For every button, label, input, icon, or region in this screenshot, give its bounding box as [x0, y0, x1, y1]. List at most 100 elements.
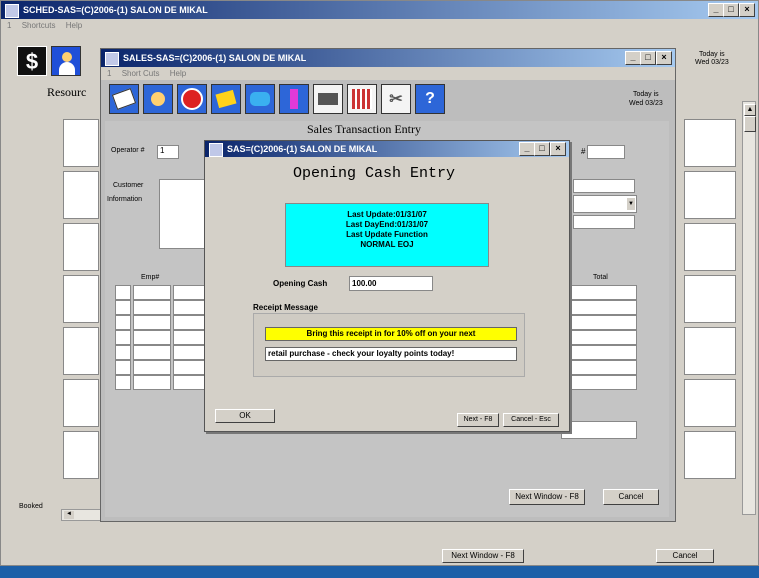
opening-cash-input[interactable]: 100.00 [349, 276, 433, 291]
sales-next-window-button[interactable]: Next Window - F8 [509, 489, 585, 505]
sales-menu-bar: 1 Short Cuts Help [101, 67, 675, 80]
help-icon[interactable]: ? [415, 84, 445, 114]
schedule-cell[interactable] [684, 275, 736, 323]
sales-maximize-button[interactable]: □ [640, 51, 656, 65]
total-cell[interactable] [571, 285, 637, 300]
total-cell[interactable] [571, 330, 637, 345]
grand-total-field[interactable] [561, 421, 637, 439]
customer-field[interactable] [573, 215, 635, 229]
sticky-note-icon[interactable] [211, 84, 241, 114]
calendar-grid-icon[interactable] [347, 84, 377, 114]
table-row[interactable] [173, 330, 207, 345]
receipt-line-1: Bring this receipt in for 10% off on you… [306, 329, 476, 338]
next-button[interactable]: Next - F8 [457, 413, 499, 427]
table-row[interactable] [173, 360, 207, 375]
schedule-cell[interactable] [684, 431, 736, 479]
opening-cash-value: 100.00 [352, 279, 377, 288]
sales-menu-shortcuts[interactable]: Short Cuts [122, 69, 160, 78]
table-row[interactable] [115, 315, 131, 330]
table-row[interactable] [115, 360, 131, 375]
sales-title: SALES-SAS=(C)2006-(1) SALON DE MIKAL [123, 53, 307, 63]
schedule-vertical-scrollbar[interactable]: ▲ [742, 101, 756, 515]
customer-dropdown[interactable] [573, 179, 635, 193]
person-icon[interactable] [51, 46, 81, 76]
dialog-minimize-button[interactable]: _ [519, 142, 535, 156]
schedule-cell[interactable] [63, 223, 99, 271]
schedule-cell[interactable] [684, 171, 736, 219]
col-total-header: Total [593, 274, 608, 281]
customer-info-box[interactable] [159, 179, 209, 249]
table-row[interactable] [133, 300, 171, 315]
menu-help[interactable]: Help [66, 21, 82, 30]
receipt-line-2-input[interactable]: retail purchase - check your loyalty poi… [265, 347, 517, 361]
schedule-next-window-button[interactable]: Next Window - F8 [442, 549, 524, 563]
schedule-cell[interactable] [63, 275, 99, 323]
sales-title-bar: SALES-SAS=(C)2006-(1) SALON DE MIKAL _ □… [101, 49, 675, 67]
schedule-cancel-button[interactable]: Cancel [656, 549, 714, 563]
shirts-icon[interactable] [245, 84, 275, 114]
dollar-icon[interactable]: $ [17, 46, 47, 76]
menu-shortcuts[interactable]: Shortcuts [22, 21, 56, 30]
schedule-cell[interactable] [684, 119, 736, 167]
menu-item-1[interactable]: 1 [7, 21, 11, 30]
receipt-line-1-input[interactable]: Bring this receipt in for 10% off on you… [265, 327, 517, 341]
operator-input[interactable]: 1 [157, 145, 179, 159]
schedule-cell[interactable] [63, 171, 99, 219]
chevron-down-icon[interactable]: ▼ [627, 198, 635, 210]
scissors-icon[interactable]: ✂ [381, 84, 411, 114]
table-row[interactable] [133, 285, 171, 300]
nail-polish-icon[interactable] [279, 84, 309, 114]
table-row[interactable] [133, 330, 171, 345]
sales-close-button[interactable]: × [656, 51, 672, 65]
schedule-cell[interactable] [684, 327, 736, 375]
col-emp-header: Emp# [141, 274, 160, 281]
sales-cancel-button[interactable]: Cancel [603, 489, 659, 505]
table-row[interactable] [173, 345, 207, 360]
ok-button[interactable]: OK [215, 409, 275, 423]
maximize-button[interactable]: □ [723, 3, 739, 17]
person-icon[interactable] [143, 84, 173, 114]
table-row[interactable] [133, 315, 171, 330]
dialog-maximize-button[interactable]: □ [534, 142, 550, 156]
total-cell[interactable] [571, 375, 637, 390]
schedule-cell[interactable] [63, 327, 99, 375]
total-cell[interactable] [571, 360, 637, 375]
table-row[interactable] [115, 300, 131, 315]
table-row[interactable] [115, 330, 131, 345]
total-cell[interactable] [571, 315, 637, 330]
notebook-icon[interactable] [109, 84, 139, 114]
schedule-cell[interactable] [63, 379, 99, 427]
alarm-clock-icon[interactable] [177, 84, 207, 114]
sales-menu-help[interactable]: Help [170, 69, 186, 78]
table-row[interactable] [115, 285, 131, 300]
table-row[interactable] [115, 345, 131, 360]
schedule-cell[interactable] [684, 379, 736, 427]
schedule-title: SCHED-SAS=(C)2006-(1) SALON DE MIKAL [23, 5, 208, 15]
hair-tools-icon[interactable] [313, 84, 343, 114]
table-row[interactable] [133, 345, 171, 360]
hash-input[interactable] [587, 145, 625, 159]
line-items-right [571, 285, 639, 393]
sales-menu-item-1[interactable]: 1 [107, 69, 111, 78]
resource-label: Resourc [47, 85, 87, 99]
total-cell[interactable] [571, 345, 637, 360]
sales-minimize-button[interactable]: _ [625, 51, 641, 65]
close-button[interactable]: × [739, 3, 755, 17]
table-row[interactable] [133, 360, 171, 375]
table-row[interactable] [173, 300, 207, 315]
dialog-close-button[interactable]: × [550, 142, 566, 156]
schedule-cell[interactable] [684, 223, 736, 271]
schedule-cell[interactable] [63, 119, 99, 167]
minimize-button[interactable]: _ [708, 3, 724, 17]
table-row[interactable] [133, 375, 171, 390]
status-last-update: Last Update:01/31/07 [347, 210, 427, 219]
table-row[interactable] [115, 375, 131, 390]
cancel-esc-button[interactable]: Cancel - Esc [503, 413, 559, 427]
table-row[interactable] [173, 315, 207, 330]
total-cell[interactable] [571, 300, 637, 315]
table-row[interactable] [173, 375, 207, 390]
customer-select[interactable]: ▼ [573, 195, 637, 213]
schedule-cell[interactable] [63, 431, 99, 479]
table-row[interactable] [173, 285, 207, 300]
schedule-title-bar: SCHED-SAS=(C)2006-(1) SALON DE MIKAL _ □… [1, 1, 758, 19]
